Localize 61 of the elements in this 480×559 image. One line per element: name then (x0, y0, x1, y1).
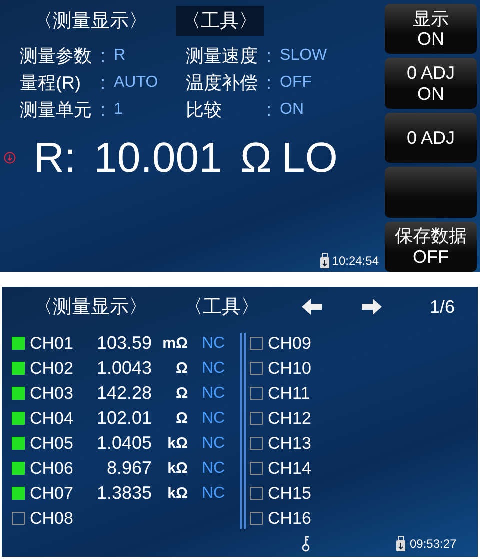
tab[interactable]: 〈工具〉 (176, 6, 264, 36)
param-label: 温度补偿 (186, 72, 258, 95)
arrow-left-icon[interactable] (302, 299, 322, 315)
param-label: 测量参数 (20, 45, 92, 68)
param-value: ON (280, 101, 305, 119)
channel-result: NC (202, 434, 226, 452)
separator: : (99, 46, 106, 66)
judgement: LO (282, 134, 338, 182)
param-label: 量程(R) (20, 72, 82, 95)
separator: : (99, 72, 106, 94)
channel-unit: Ω (174, 385, 188, 402)
reading-unit: Ω (240, 134, 272, 182)
key-icon (302, 536, 310, 552)
alarm-icon (4, 152, 16, 164)
clock-time: 10:24:54 (332, 254, 379, 268)
channel-name[interactable]: CH11 (268, 384, 308, 404)
arrow-right-icon[interactable] (362, 299, 382, 315)
channel-unit: mΩ (162, 335, 188, 352)
tab[interactable]: 〈工具〉 (182, 292, 262, 322)
channel-unit: kΩ (166, 435, 188, 452)
channel-value: 103.59 (96, 333, 152, 354)
channel-unit: Ω (174, 360, 188, 377)
clock-time: 09:53:27 (410, 537, 457, 551)
reading-parameter: R: (34, 134, 76, 182)
channel-value: 8.967 (106, 458, 152, 479)
usb-drive-icon (396, 536, 406, 552)
channel-result: NC (202, 410, 226, 428)
param-value: 1 (114, 101, 124, 119)
channel-result: NC (202, 334, 226, 352)
channel-result: NC (202, 460, 226, 478)
tab[interactable]: 〈测量显示〉 (32, 292, 150, 322)
param-value: OFF (280, 74, 313, 92)
separator: : (265, 100, 272, 120)
tab[interactable]: 〈测量显示〉 (28, 6, 154, 36)
channel-result: NC (202, 360, 226, 378)
channel-value: 1.3835 (96, 483, 152, 504)
page-indicator: 1/6 (430, 296, 456, 318)
softkey[interactable]: 0 ADJ ON (385, 58, 477, 109)
channel-value: 1.0405 (96, 433, 152, 454)
channel-value: 142.28 (96, 383, 152, 404)
channel-result: NC (202, 484, 226, 502)
param-label: 测量单元 (20, 99, 92, 122)
channel-value: 1.0043 (96, 358, 152, 379)
separator: : (265, 46, 272, 66)
softkey[interactable]: 0 ADJ (385, 112, 477, 164)
param-value: R (114, 47, 127, 65)
separator: : (99, 100, 106, 120)
channel-value: 102.01 (96, 408, 152, 429)
channel-result: NC (202, 384, 226, 402)
param-value: SLOW (280, 47, 328, 65)
softkey[interactable]: 显示 ON (385, 4, 477, 54)
param-label: 比较 (186, 99, 223, 122)
param-value: AUTO (114, 74, 160, 92)
usb-drive-icon (320, 253, 330, 269)
channel-unit: kΩ (166, 460, 188, 477)
separator: : (265, 72, 272, 94)
channel-unit: Ω (174, 410, 188, 427)
param-label: 测量速度 (186, 45, 258, 68)
reading-value: 10.001 (94, 134, 222, 182)
channel-unit: kΩ (166, 485, 188, 502)
softkey[interactable]: 保存数据 OFF (385, 222, 477, 272)
